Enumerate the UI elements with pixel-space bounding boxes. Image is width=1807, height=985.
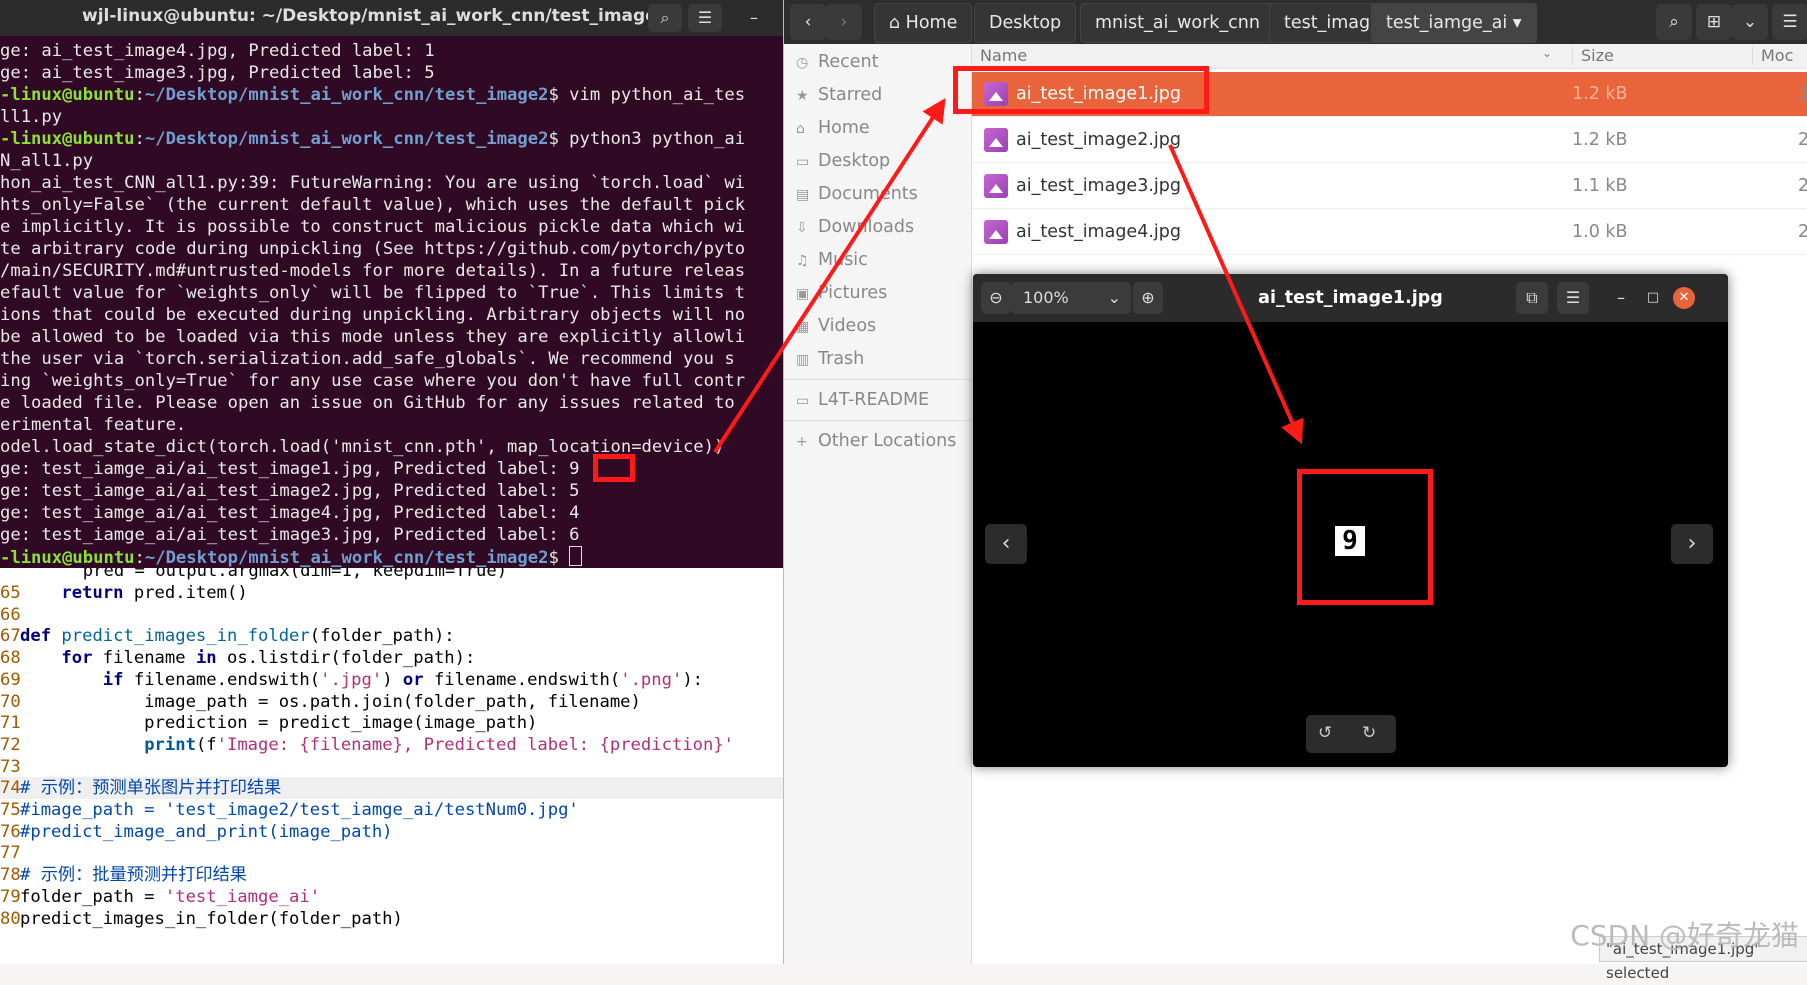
annotation-arrows bbox=[713, 97, 1304, 454]
watermark: CSDN @好奇龙猫 bbox=[1570, 919, 1799, 952]
arrow-to-digit bbox=[1168, 144, 1304, 445]
arrow-to-file bbox=[713, 97, 946, 454]
